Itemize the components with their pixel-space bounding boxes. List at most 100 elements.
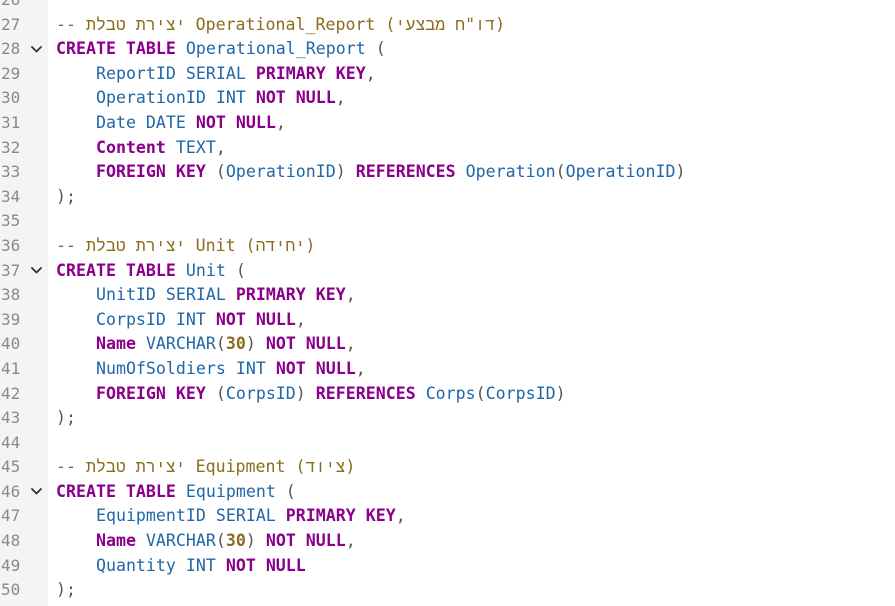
code-token: FOREIGN KEY (95, 162, 206, 182)
code-token: , (295, 309, 306, 329)
code-token: Content (95, 137, 166, 157)
line-number: 45 (1, 457, 21, 477)
code-token: יחידה (255, 235, 306, 255)
line-code: FOREIGN KEY (CorpsID) REFERENCES Corps(C… (56, 382, 566, 407)
code-line[interactable]: 28 CREATE TABLE Operational_Report ( (0, 37, 895, 62)
code-line[interactable]: 29 ReportID SERIAL PRIMARY KEY, (0, 62, 895, 87)
line-code: CREATE TABLE Equipment ( (56, 480, 296, 505)
code-token: TEXT (175, 137, 216, 157)
line-number: 29 (1, 63, 21, 83)
code-token: ) (335, 162, 356, 182)
code-token: PRIMARY KEY (235, 285, 346, 305)
line-number: 26 (0, 0, 31, 13)
code-token: CREATE TABLE (56, 260, 176, 280)
code-token: דו"ח מבצעי (395, 14, 496, 34)
code-token: ( (365, 39, 386, 59)
code-token: Date DATE (95, 112, 186, 132)
code-line[interactable]: 49 Quantity INT NOT NULL (0, 554, 895, 579)
code-line[interactable]: 26 (0, 0, 895, 13)
code-line[interactable]: 42 FOREIGN KEY (CorpsID) REFERENCES Corp… (0, 382, 895, 407)
code-line[interactable]: 36 -- יצירת טבלת Unit (יחידה) (0, 234, 895, 259)
line-code: CorpsID INT NOT NULL, (56, 308, 306, 333)
line-code: Name VARCHAR(30) NOT NULL, (56, 529, 356, 554)
code-token: ( (475, 383, 486, 403)
code-token: -- (56, 457, 86, 477)
code-token: ( (215, 334, 226, 354)
line-number: 31 (1, 112, 21, 132)
code-line[interactable]: 50); (0, 578, 895, 603)
code-line[interactable]: 33 FOREIGN KEY (OperationID) REFERENCES … (0, 160, 895, 185)
code-token: ); (56, 186, 76, 206)
code-line[interactable]: 38 UnitID SERIAL PRIMARY KEY, (0, 283, 895, 308)
code-line[interactable]: 46 CREATE TABLE Equipment ( (0, 480, 895, 505)
code-token: PRIMARY KEY (285, 506, 396, 526)
code-line[interactable]: 47 EquipmentID SERIAL PRIMARY KEY, (0, 504, 895, 529)
code-token: OperationID (225, 162, 336, 182)
chevron-down-icon[interactable] (30, 266, 42, 276)
code-token: ( (225, 260, 246, 280)
code-token: ( (555, 162, 566, 182)
code-token: , (215, 137, 226, 157)
code-line[interactable]: 41 NumOfSoldiers INT NOT NULL, (0, 357, 895, 382)
code-token: יצירת טבלת (85, 14, 186, 34)
code-token: ) (555, 383, 566, 403)
line-number: 34 (1, 186, 21, 206)
code-token: Equipment ( (185, 457, 306, 477)
code-line[interactable]: 34); (0, 185, 895, 210)
line-code: CREATE TABLE Operational_Report ( (56, 37, 386, 62)
code-line[interactable]: 40 Name VARCHAR(30) NOT NULL, (0, 332, 895, 357)
line-number: 30 (1, 88, 21, 108)
code-token: -- (56, 235, 86, 255)
code-token: ReportID SERIAL (95, 63, 246, 83)
code-line[interactable]: 45 -- יצירת טבלת Equipment (ציוד) (0, 455, 895, 480)
code-token: Operation (465, 162, 556, 182)
code-line[interactable]: 48 Name VARCHAR(30) NOT NULL, (0, 529, 895, 554)
code-line[interactable]: 27 -- יצירת טבלת Operational_Report (דו"ח… (0, 13, 895, 38)
chevron-down-icon[interactable] (30, 44, 42, 54)
code-token: ( (215, 531, 226, 551)
code-line[interactable]: 39 CorpsID INT NOT NULL, (0, 308, 895, 333)
code-token: EquipmentID SERIAL (95, 506, 276, 526)
code-token: Operational_Report (185, 39, 366, 59)
code-token: ( (205, 162, 226, 182)
line-number: 41 (1, 358, 21, 378)
code-editor[interactable]: 2627-- יצירת טבלת Operational_Report (דו… (0, 0, 895, 606)
line-code: ReportID SERIAL PRIMARY KEY, (56, 62, 376, 87)
code-line[interactable]: 32 Content TEXT, (0, 136, 895, 161)
line-number: 35 (1, 211, 21, 231)
code-token: ( (275, 481, 296, 501)
code-line[interactable]: 35 (0, 209, 895, 234)
code-lines: 2627-- יצירת טבלת Operational_Report (דו… (0, 0, 895, 603)
code-token: NOT NULL (265, 334, 346, 354)
code-token: NOT NULL (255, 88, 336, 108)
line-number: 47 (1, 506, 21, 526)
code-token: יצירת טבלת (85, 457, 186, 477)
code-token: 30 (225, 334, 246, 354)
code-token: , (395, 506, 406, 526)
line-number: 36 (1, 235, 21, 255)
line-number: 42 (1, 383, 21, 403)
line-number: 39 (1, 309, 21, 329)
code-line[interactable]: 44 (0, 431, 895, 456)
code-token: ) (345, 457, 356, 477)
code-line[interactable]: 37 CREATE TABLE Unit ( (0, 259, 895, 284)
chevron-down-icon[interactable] (30, 487, 42, 497)
code-token: CorpsID (485, 383, 556, 403)
code-token: CREATE TABLE (56, 39, 176, 59)
code-line[interactable]: 31 Date DATE NOT NULL, (0, 111, 895, 136)
code-line[interactable]: 43); (0, 406, 895, 431)
code-token: ) (675, 162, 686, 182)
line-number: 46 (1, 481, 21, 501)
code-token: REFERENCES (315, 383, 416, 403)
code-line[interactable]: 30 OperationID INT NOT NULL, (0, 86, 895, 111)
line-code: -- יצירת טבלת Operational_Report (דו"ח מ… (56, 13, 505, 38)
